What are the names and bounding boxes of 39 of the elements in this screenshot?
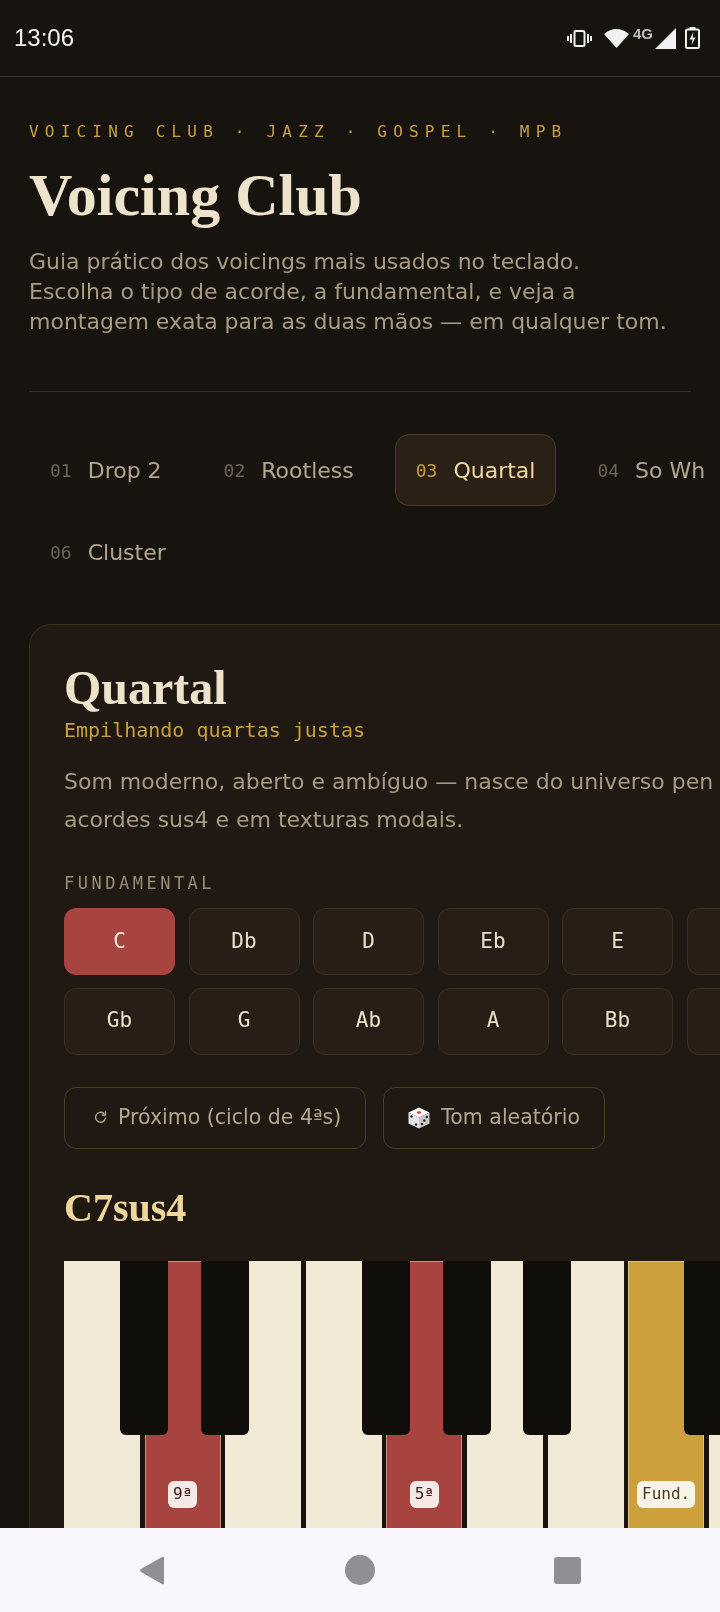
chord-name: C7sus4 (64, 1185, 187, 1230)
interval-badge: 5ª (409, 1480, 439, 1508)
root-note-button[interactable]: D (313, 908, 424, 975)
home-icon[interactable] (345, 1555, 375, 1585)
page-title: Voicing Club (29, 163, 362, 227)
voicing-tab[interactable]: 06 Cluster (29, 516, 187, 588)
voicing-subtitle: Empilhando quartas justas (64, 717, 366, 743)
signal-icon (655, 27, 676, 49)
recent-apps-icon[interactable] (554, 1556, 581, 1584)
voicing-title: Quartal (64, 662, 227, 714)
dice-icon (407, 1105, 432, 1130)
root-note-button[interactable]: G (188, 987, 300, 1055)
eyebrow-text: VOICING CLUB · JAZZ · GOSPEL · MPB (29, 122, 568, 142)
interval-badge: Fund. (637, 1480, 696, 1508)
root-note-button[interactable]: A (437, 987, 549, 1055)
voicing-description: Som moderno, aberto e ambíguo — nasce do universo pen acordes sus4 e em texturas modais. (64, 768, 714, 834)
battery-charging-icon (685, 27, 700, 49)
action-button[interactable]: Próximo (ciclo de 4ªs) (64, 1086, 367, 1149)
root-note-button[interactable]: Eb (437, 908, 549, 975)
root-note-button[interactable]: Db (188, 908, 300, 975)
interval-badge: 9ª (167, 1480, 198, 1508)
action-button[interactable]: Tom aleatório (383, 1086, 605, 1149)
network-type-label: 4G (633, 27, 653, 40)
wifi-icon (604, 28, 629, 48)
back-icon[interactable] (139, 1555, 166, 1585)
root-section-label: FUNDAMENTAL (64, 872, 216, 894)
root-note-button[interactable]: Bb (562, 987, 673, 1055)
vibrate-icon (567, 29, 592, 47)
root-note-button[interactable]: Ab (313, 987, 424, 1055)
voicing-tab[interactable]: 01 Drop 2 (29, 434, 183, 506)
status-time: 13:06 (14, 24, 75, 52)
voicing-tab[interactable]: 04 So Wh (576, 434, 720, 506)
voicing-tab[interactable]: 02 Rootless (202, 434, 375, 506)
root-note-button[interactable]: C (64, 908, 175, 975)
root-note-button[interactable]: Gb (64, 987, 175, 1055)
intro-text: Guia prático dos voicings mais usados no teclado. Escolha o tipo de acorde, a fundamental, e veja a montagem exata para as duas mãos — em qualquer tom. (29, 248, 667, 336)
rotate-arrow-icon (93, 1110, 108, 1125)
voicing-tab[interactable]: 03 Quartal (394, 434, 557, 506)
root-note-button[interactable]: E (562, 908, 673, 975)
